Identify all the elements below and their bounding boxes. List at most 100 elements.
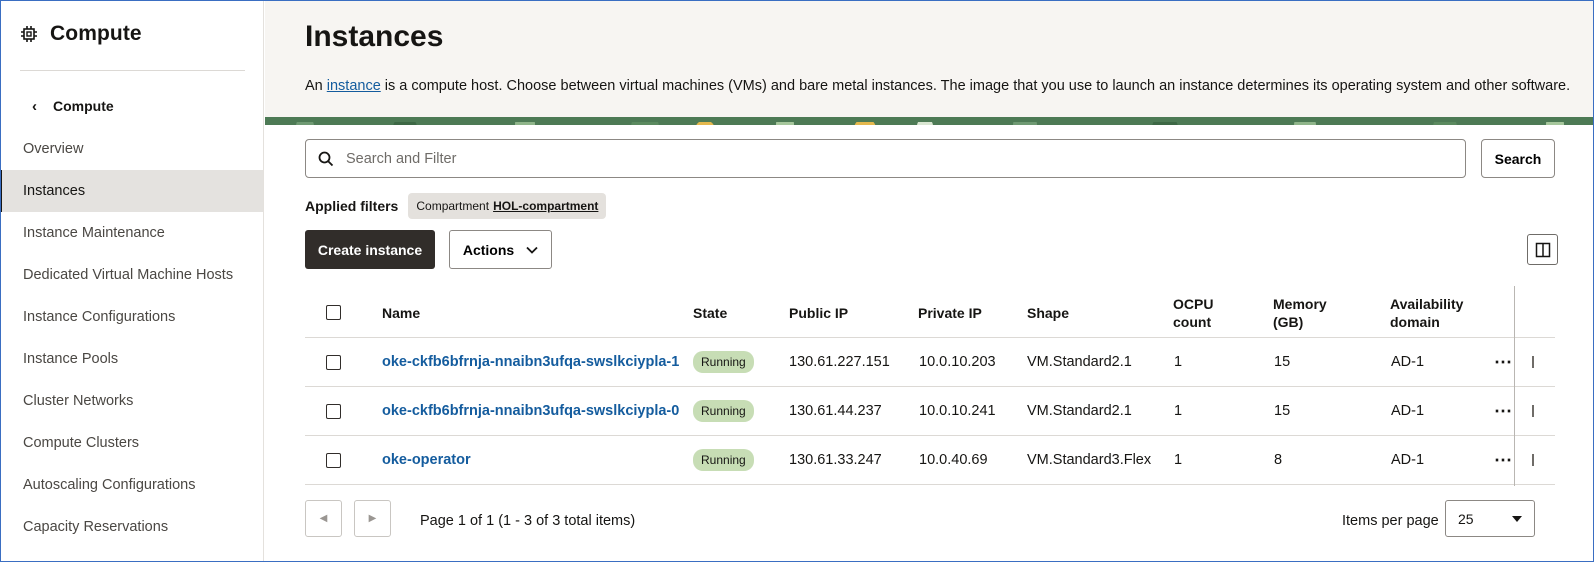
actions-dropdown-button[interactable]: Actions bbox=[449, 230, 552, 269]
sidebar-nav: Overview Instances Instance Maintenance Ded… bbox=[0, 128, 263, 548]
items-per-page-value: 25 bbox=[1458, 510, 1474, 527]
instance-name-link[interactable]: oke-ckfb6bfrnja-nnaibn3ufqa-swslkciypla-… bbox=[382, 403, 679, 419]
table-row: oke-operator Running 130.61.33.247 10.0.40.… bbox=[305, 436, 1555, 485]
back-label: Compute bbox=[53, 98, 114, 114]
actions-label: Actions bbox=[462, 241, 515, 258]
back-to-compute-link[interactable]: ‹ Compute bbox=[32, 98, 114, 114]
header-private-ip[interactable]: Private IP bbox=[918, 286, 988, 337]
search-input[interactable] bbox=[346, 150, 1426, 167]
table-row: oke-ckfb6bfrnja-nnaibn3ufqa-swslkciypla-… bbox=[305, 338, 1555, 387]
sidebar-item-instance-pools[interactable]: Instance Pools bbox=[0, 338, 263, 380]
truncated-column-marker bbox=[1532, 356, 1534, 368]
name-cell: oke-ckfb6bfrnja-nnaibn3ufqa-swslkciypla-… bbox=[382, 338, 679, 386]
status-badge: Running bbox=[693, 400, 754, 422]
items-per-page-select[interactable]: 25 bbox=[1445, 500, 1535, 537]
sidebar-item-instances[interactable]: Instances bbox=[0, 170, 263, 212]
header-name[interactable]: Name bbox=[382, 286, 420, 337]
private-ip-cell: 10.0.10.241 bbox=[919, 403, 996, 419]
instances-table: Name State Public IP Private IP Shape OC… bbox=[305, 286, 1555, 487]
chevron-down-icon bbox=[526, 246, 538, 254]
create-instance-button[interactable]: Create instance bbox=[305, 230, 435, 269]
sidebar-item-overview[interactable]: Overview bbox=[0, 128, 263, 170]
row-actions-cell: ⋯ bbox=[1494, 338, 1513, 386]
chip-value[interactable]: HOL-compartment bbox=[493, 199, 598, 213]
row-overflow-cell bbox=[1532, 436, 1534, 484]
row-actions-cell: ⋯ bbox=[1494, 387, 1513, 435]
ocpu-cell: 1 bbox=[1174, 403, 1183, 419]
row-overflow-cell bbox=[1532, 338, 1534, 386]
sidebar-item-dedicated-virtual-machine-hosts[interactable]: Dedicated Virtual Machine Hosts bbox=[0, 254, 263, 296]
memory-cell: 15 bbox=[1274, 354, 1291, 370]
private-ip-cell: 10.0.40.69 bbox=[919, 452, 988, 468]
state-cell: Running bbox=[693, 436, 754, 484]
applied-filters: Applied filters Compartment HOL-compartm… bbox=[305, 193, 607, 219]
items-per-page-label: Items per page bbox=[1342, 513, 1439, 529]
row-select-cell bbox=[326, 387, 341, 435]
sidebar-header: Compute bbox=[20, 22, 142, 46]
status-badge: Running bbox=[693, 351, 754, 373]
column-layout-toggle[interactable] bbox=[1527, 234, 1558, 265]
table-header: Name State Public IP Private IP Shape OC… bbox=[305, 286, 1555, 338]
ocpu-cell: 1 bbox=[1174, 452, 1183, 468]
row-checkbox[interactable] bbox=[326, 354, 341, 370]
header-memory[interactable]: Memory (GB) bbox=[1273, 286, 1345, 337]
compartment-filter-chip[interactable]: Compartment HOL-compartment bbox=[408, 193, 607, 219]
name-cell: oke-operator bbox=[382, 436, 471, 484]
shape-cell: VM.Standard2.1 bbox=[1027, 403, 1132, 419]
public-ip-cell: 130.61.227.151 bbox=[789, 354, 890, 370]
instance-name-link[interactable]: oke-operator bbox=[382, 452, 471, 468]
state-cell: Running bbox=[693, 338, 754, 386]
name-cell: oke-ckfb6bfrnja-nnaibn3ufqa-swslkciypla-… bbox=[382, 387, 679, 435]
row-actions-cell: ⋯ bbox=[1494, 436, 1513, 484]
header-state[interactable]: State bbox=[693, 286, 727, 337]
header-shape[interactable]: Shape bbox=[1027, 286, 1069, 337]
select-all-cell bbox=[326, 286, 341, 337]
availability-domain-cell: AD-1 bbox=[1391, 452, 1425, 468]
header-public-ip[interactable]: Public IP bbox=[789, 286, 848, 337]
availability-domain-cell: AD-1 bbox=[1391, 354, 1425, 370]
sidebar: Compute ‹ Compute Overview Instances Insta… bbox=[0, 0, 264, 562]
sidebar-item-instance-configurations[interactable]: Instance Configurations bbox=[0, 296, 263, 338]
sidebar-item-capacity-reservations[interactable]: Capacity Reservations bbox=[0, 506, 263, 548]
search-button[interactable]: Search bbox=[1481, 139, 1555, 178]
truncated-column-marker bbox=[1532, 405, 1534, 417]
more-actions-icon[interactable]: ⋯ bbox=[1494, 402, 1513, 420]
header-ocpu-count[interactable]: OCPU count bbox=[1173, 286, 1233, 337]
chevron-left-icon: ‹ bbox=[32, 97, 37, 115]
select-all-checkbox[interactable] bbox=[326, 305, 341, 320]
more-actions-icon[interactable]: ⋯ bbox=[1494, 451, 1513, 469]
sidebar-title: Compute bbox=[50, 22, 142, 45]
status-badge: Running bbox=[693, 449, 754, 471]
page-header: Instances An instance is a compute host.… bbox=[265, 0, 1594, 118]
row-select-cell bbox=[326, 436, 341, 484]
table-row: oke-ckfb6bfrnja-nnaibn3ufqa-swslkciypla-… bbox=[305, 387, 1555, 436]
shape-cell: VM.Standard2.1 bbox=[1027, 354, 1132, 370]
next-page-button[interactable]: ▶ bbox=[354, 500, 391, 537]
sidebar-item-autoscaling-configurations[interactable]: Autoscaling Configurations bbox=[0, 464, 263, 506]
page-title: Instances bbox=[305, 20, 444, 53]
row-checkbox[interactable] bbox=[326, 452, 341, 468]
banner-pattern bbox=[265, 117, 1594, 125]
search-icon bbox=[318, 151, 334, 166]
sidebar-item-instance-maintenance[interactable]: Instance Maintenance bbox=[0, 212, 263, 254]
shape-cell: VM.Standard3.Flex bbox=[1027, 452, 1152, 468]
chip-key: Compartment bbox=[416, 199, 490, 213]
row-checkbox[interactable] bbox=[326, 403, 341, 419]
caret-down-icon bbox=[1512, 515, 1522, 522]
sidebar-item-compute-clusters[interactable]: Compute Clusters bbox=[0, 422, 263, 464]
more-actions-icon[interactable]: ⋯ bbox=[1494, 353, 1513, 371]
header-availability-domain[interactable]: Availability domain bbox=[1390, 286, 1474, 337]
availability-domain-cell: AD-1 bbox=[1391, 403, 1425, 419]
sidebar-item-cluster-networks[interactable]: Cluster Networks bbox=[0, 380, 263, 422]
public-ip-cell: 130.61.44.237 bbox=[789, 403, 882, 419]
instance-doc-link[interactable]: instance bbox=[327, 78, 381, 94]
instance-name-link[interactable]: oke-ckfb6bfrnja-nnaibn3ufqa-swslkciypla-… bbox=[382, 354, 679, 370]
page-description: An instance is a compute host. Choose be… bbox=[305, 78, 1570, 94]
search-input-container[interactable] bbox=[305, 139, 1466, 178]
pagination-info: Page 1 of 1 (1 - 3 of 3 total items) bbox=[420, 513, 636, 529]
row-overflow-cell bbox=[1532, 387, 1534, 435]
private-ip-cell: 10.0.10.203 bbox=[919, 354, 996, 370]
previous-page-button[interactable]: ◀ bbox=[305, 500, 342, 537]
truncated-column-marker bbox=[1532, 454, 1534, 466]
applied-filters-label: Applied filters bbox=[305, 198, 399, 214]
